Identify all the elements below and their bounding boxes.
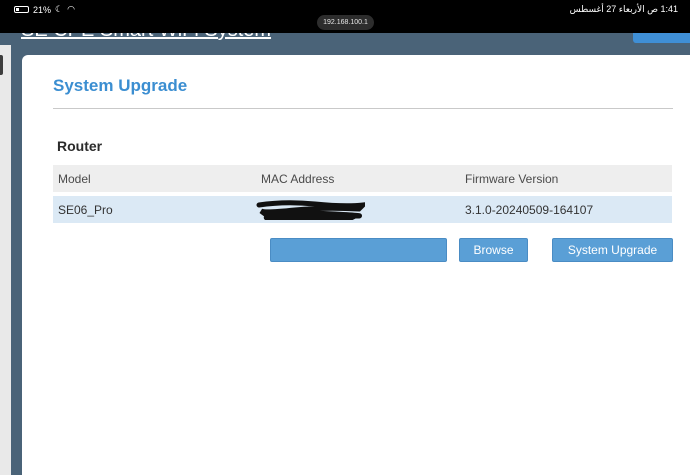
wifi-icon: ◠ <box>67 4 75 14</box>
site-header: SE CPE Smart WiFi System <box>0 33 690 45</box>
title-divider <box>53 108 673 109</box>
system-upgrade-button[interactable]: System Upgrade <box>552 238 673 262</box>
table-row: SE06_Pro 3.1.0-20240509-164107 <box>53 196 672 223</box>
column-header-firmware: Firmware Version <box>465 172 559 186</box>
column-header-model: Model <box>58 172 91 186</box>
table-header: Model MAC Address Firmware Version <box>53 165 672 192</box>
moon-icon: ☾ <box>55 4 64 14</box>
address-bar[interactable]: 192.168.100.1 <box>317 15 374 30</box>
status-datetime: 1:41 ص الأربعاء 27 أغسطس <box>569 4 678 14</box>
firmware-file-field[interactable] <box>270 238 447 262</box>
main-panel <box>22 55 690 475</box>
sidebar-handle[interactable] <box>0 55 3 75</box>
status-bar: 21% ☾ ◠ 1:41 ص الأربعاء 27 أغسطس 192.168… <box>0 0 690 33</box>
redaction-scribble <box>256 200 365 220</box>
page-title: System Upgrade <box>53 76 188 95</box>
header-button[interactable] <box>633 33 690 43</box>
battery-icon <box>14 6 29 13</box>
sidebar <box>0 45 11 475</box>
column-header-mac: MAC Address <box>261 172 335 186</box>
cell-firmware: 3.1.0-20240509-164107 <box>465 203 594 217</box>
status-left: 21% ☾ ◠ <box>14 4 75 15</box>
browse-button[interactable]: Browse <box>459 238 528 262</box>
site-title-link[interactable]: SE CPE Smart WiFi System <box>21 33 271 42</box>
section-title: Router <box>57 138 103 154</box>
cell-model: SE06_Pro <box>58 203 113 217</box>
battery-percent: 21% <box>33 4 52 15</box>
